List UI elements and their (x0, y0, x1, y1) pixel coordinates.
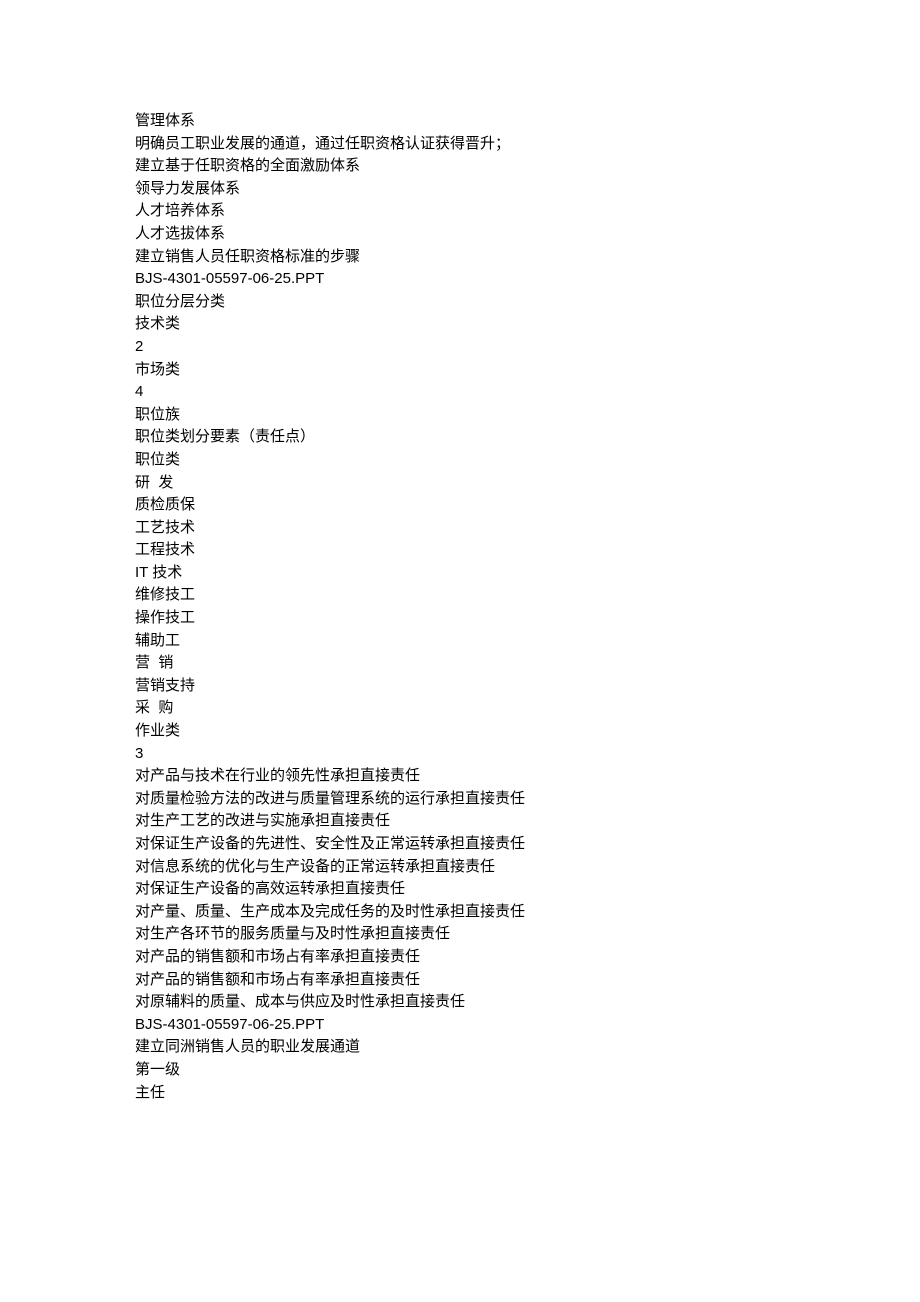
text-line: 4 (135, 381, 785, 404)
text-line: IT 技术 (135, 562, 785, 585)
text-line: 质检质保 (135, 494, 785, 517)
text-line: 领导力发展体系 (135, 178, 785, 201)
text-line: 3 (135, 743, 785, 766)
text-line: 建立同洲销售人员的职业发展通道 (135, 1036, 785, 1059)
text-line: 工艺技术 (135, 517, 785, 540)
text-line: 营 销 (135, 652, 785, 675)
text-line: 对产品的销售额和市场占有率承担直接责任 (135, 969, 785, 992)
text-line: 营销支持 (135, 675, 785, 698)
text-line: 对产量、质量、生产成本及完成任务的及时性承担直接责任 (135, 901, 785, 924)
text-line: 作业类 (135, 720, 785, 743)
text-line: 建立基于任职资格的全面激励体系 (135, 155, 785, 178)
text-line: 职位族 (135, 404, 785, 427)
text-line: 明确员工职业发展的通道，通过任职资格认证获得晋升； (135, 133, 785, 156)
text-line: 对保证生产设备的高效运转承担直接责任 (135, 878, 785, 901)
text-line: 第一级 (135, 1059, 785, 1082)
text-line: 辅助工 (135, 630, 785, 653)
text-line: BJS-4301-05597-06-25.PPT (135, 268, 785, 291)
text-line: 市场类 (135, 359, 785, 382)
text-line: 技术类 (135, 313, 785, 336)
text-line: 操作技工 (135, 607, 785, 630)
text-line: 对保证生产设备的先进性、安全性及正常运转承担直接责任 (135, 833, 785, 856)
text-line: 采 购 (135, 697, 785, 720)
text-line: 对产品的销售额和市场占有率承担直接责任 (135, 946, 785, 969)
text-line: 维修技工 (135, 584, 785, 607)
text-line: 2 (135, 336, 785, 359)
text-line: 工程技术 (135, 539, 785, 562)
text-line: 研 发 (135, 472, 785, 495)
text-line: 对信息系统的优化与生产设备的正常运转承担直接责任 (135, 856, 785, 879)
text-line: 人才培养体系 (135, 200, 785, 223)
text-line: 建立销售人员任职资格标准的步骤 (135, 246, 785, 269)
text-line: 主任 (135, 1082, 785, 1105)
text-line: 对原辅料的质量、成本与供应及时性承担直接责任 (135, 991, 785, 1014)
text-line: 对生产各环节的服务质量与及时性承担直接责任 (135, 923, 785, 946)
text-line: 职位类 (135, 449, 785, 472)
document-body: 管理体系明确员工职业发展的通道，通过任职资格认证获得晋升；建立基于任职资格的全面… (135, 110, 785, 1104)
text-line: 管理体系 (135, 110, 785, 133)
text-line: 职位类划分要素（责任点） (135, 426, 785, 449)
text-line: 对产品与技术在行业的领先性承担直接责任 (135, 765, 785, 788)
text-line: BJS-4301-05597-06-25.PPT (135, 1014, 785, 1037)
text-line: 对质量检验方法的改进与质量管理系统的运行承担直接责任 (135, 788, 785, 811)
text-line: 对生产工艺的改进与实施承担直接责任 (135, 810, 785, 833)
text-line: 职位分层分类 (135, 291, 785, 314)
text-line: 人才选拔体系 (135, 223, 785, 246)
